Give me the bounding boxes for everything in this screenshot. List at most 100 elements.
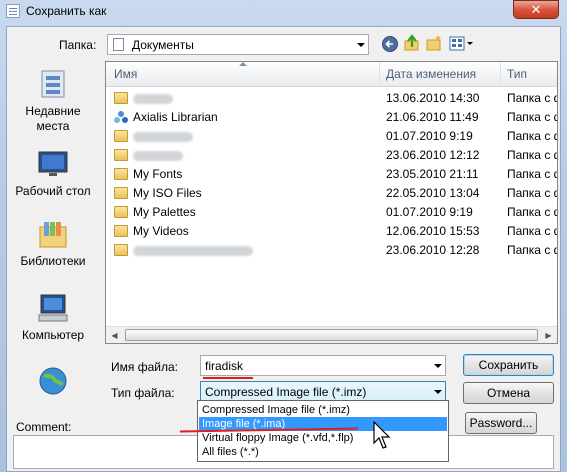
desktop-icon bbox=[36, 149, 70, 181]
file-date: 23.06.2010 12:12 bbox=[386, 148, 480, 162]
filetype-option[interactable]: Virtual floppy Image (*.vfd,*.flp) bbox=[199, 431, 447, 445]
file-type: Папка с ф bbox=[507, 205, 557, 219]
file-name: My Palettes bbox=[133, 205, 196, 219]
place-label: Рабочий стол bbox=[15, 184, 91, 198]
network-icon bbox=[36, 365, 70, 397]
place-computer[interactable]: Компьютер bbox=[7, 293, 99, 342]
axialis-icon bbox=[114, 110, 128, 124]
file-row[interactable]: Axialis Librarian 21.06.2010 11:49 Папка с… bbox=[106, 108, 557, 127]
file-date: 21.06.2010 11:49 bbox=[386, 110, 479, 124]
filetype-label: Тип файла: bbox=[111, 386, 175, 400]
folder-icon bbox=[114, 244, 128, 256]
comment-label: Comment: bbox=[16, 420, 72, 434]
scroll-right-icon[interactable]: ▶ bbox=[540, 327, 557, 343]
scroll-left-icon[interactable]: ◀ bbox=[106, 327, 123, 343]
annotation-underline bbox=[203, 377, 253, 379]
folder-icon bbox=[114, 187, 128, 199]
redacted-name bbox=[133, 94, 173, 104]
place-label: Компьютер bbox=[21, 328, 85, 342]
folder-icon bbox=[114, 206, 128, 218]
file-type: Папка с ф bbox=[507, 167, 557, 181]
scroll-thumb[interactable] bbox=[125, 329, 538, 341]
mouse-pointer-icon bbox=[373, 421, 391, 449]
file-date: 22.05.2010 13:04 bbox=[386, 186, 480, 200]
file-date: 23.05.2010 21:11 bbox=[386, 167, 479, 181]
folder-icon bbox=[114, 149, 128, 161]
title-bar: Сохранить как ✕ bbox=[0, 0, 567, 22]
file-row[interactable]: My Videos 12.06.2010 15:53 Папка с ф bbox=[106, 222, 557, 241]
save-button[interactable]: Сохранить bbox=[463, 354, 554, 376]
filename-value: firadisk bbox=[205, 359, 244, 373]
chevron-down-icon[interactable] bbox=[434, 363, 442, 368]
file-date: 12.06.2010 15:53 bbox=[386, 224, 480, 238]
file-row[interactable]: 01.07.2010 9:19 Папка с ф bbox=[106, 127, 557, 146]
sort-chevron-up-icon bbox=[239, 62, 247, 66]
file-name: My Videos bbox=[133, 224, 189, 238]
filetype-select[interactable]: Compressed Image file (*.imz) bbox=[200, 381, 446, 402]
file-date: 01.07.2010 9:19 bbox=[386, 129, 473, 143]
column-header-type[interactable]: Тип bbox=[501, 62, 557, 86]
file-type: Папка с ф bbox=[507, 110, 557, 124]
file-row[interactable]: 23.06.2010 12:28 Папка с ф bbox=[106, 241, 557, 260]
file-name: My Fonts bbox=[133, 167, 183, 181]
file-type: Папка с ф bbox=[507, 148, 557, 162]
file-type: Папка с ф bbox=[507, 129, 557, 143]
location-value: Документы bbox=[132, 38, 194, 52]
file-row[interactable]: My Fonts 23.05.2010 21:11 Папка с ф bbox=[106, 165, 557, 184]
folder-icon bbox=[114, 130, 128, 142]
file-type: Папка с ф bbox=[507, 186, 557, 200]
filename-label: Имя файла: bbox=[111, 360, 178, 374]
save-as-dialog: Сохранить как ✕ Папка: Документы Недавни… bbox=[0, 0, 567, 472]
place-label: Библиотеки bbox=[20, 254, 86, 268]
back-icon[interactable] bbox=[381, 35, 399, 53]
file-name: My ISO Files bbox=[133, 186, 202, 200]
redacted-name bbox=[133, 151, 183, 161]
recent-places-icon bbox=[36, 69, 70, 101]
up-folder-icon[interactable] bbox=[403, 34, 421, 52]
file-type: Папка с ф bbox=[507, 91, 557, 105]
places-bar: Недавние места Рабочий стол Библиотеки К… bbox=[7, 65, 99, 411]
libraries-icon bbox=[36, 219, 70, 251]
filetype-option[interactable]: Compressed Image file (*.imz) bbox=[199, 403, 447, 417]
file-name: Axialis Librarian bbox=[133, 110, 218, 124]
close-button[interactable]: ✕ bbox=[513, 0, 559, 19]
dialog-icon bbox=[6, 4, 20, 18]
file-type: Папка с ф bbox=[507, 243, 557, 257]
place-label: Недавние места bbox=[25, 104, 81, 133]
location-combo[interactable]: Документы bbox=[107, 34, 369, 55]
redacted-name bbox=[133, 246, 253, 256]
redacted-name bbox=[133, 132, 193, 142]
file-list[interactable]: Имя Дата изменения Тип 13.06.2010 14:30 П… bbox=[105, 61, 558, 344]
chevron-down-icon[interactable] bbox=[434, 389, 442, 394]
file-row[interactable]: 13.06.2010 14:30 Папка с ф bbox=[106, 89, 557, 108]
file-date: 01.07.2010 9:19 bbox=[386, 205, 473, 219]
folder-icon bbox=[114, 225, 128, 237]
column-header-date[interactable]: Дата изменения bbox=[380, 62, 501, 86]
file-type: Папка с ф bbox=[507, 224, 557, 238]
place-recent[interactable]: Недавние места bbox=[7, 69, 99, 134]
location-label: Папка: bbox=[59, 38, 97, 52]
chevron-down-icon bbox=[357, 42, 365, 47]
password-button[interactable]: Password... bbox=[465, 412, 537, 434]
cancel-button[interactable]: Отмена bbox=[463, 382, 554, 404]
file-date: 13.06.2010 14:30 bbox=[386, 91, 480, 105]
place-desktop[interactable]: Рабочий стол bbox=[7, 149, 99, 198]
folder-icon bbox=[114, 168, 128, 180]
place-network[interactable] bbox=[7, 365, 99, 400]
file-list-header: Имя Дата изменения Тип bbox=[106, 62, 557, 87]
window-title: Сохранить как bbox=[26, 4, 107, 18]
filetype-value: Compressed Image file (*.imz) bbox=[205, 385, 367, 399]
new-folder-icon[interactable] bbox=[425, 34, 443, 52]
filetype-option[interactable]: All files (*.*) bbox=[199, 445, 447, 459]
file-row[interactable]: My ISO Files 22.05.2010 13:04 Папка с ф bbox=[106, 184, 557, 203]
file-row[interactable]: My Palettes 01.07.2010 9:19 Папка с ф bbox=[106, 203, 557, 222]
filename-input[interactable]: firadisk bbox=[200, 355, 446, 376]
place-libraries[interactable]: Библиотеки bbox=[7, 219, 99, 268]
file-row[interactable]: 23.06.2010 12:12 Папка с ф bbox=[106, 146, 557, 165]
views-menu-icon[interactable] bbox=[449, 35, 475, 53]
documents-icon bbox=[113, 38, 124, 51]
folder-icon bbox=[114, 92, 128, 104]
computer-icon bbox=[36, 293, 70, 325]
horizontal-scrollbar[interactable]: ◀ ▶ bbox=[106, 326, 557, 343]
file-date: 23.06.2010 12:28 bbox=[386, 243, 480, 257]
